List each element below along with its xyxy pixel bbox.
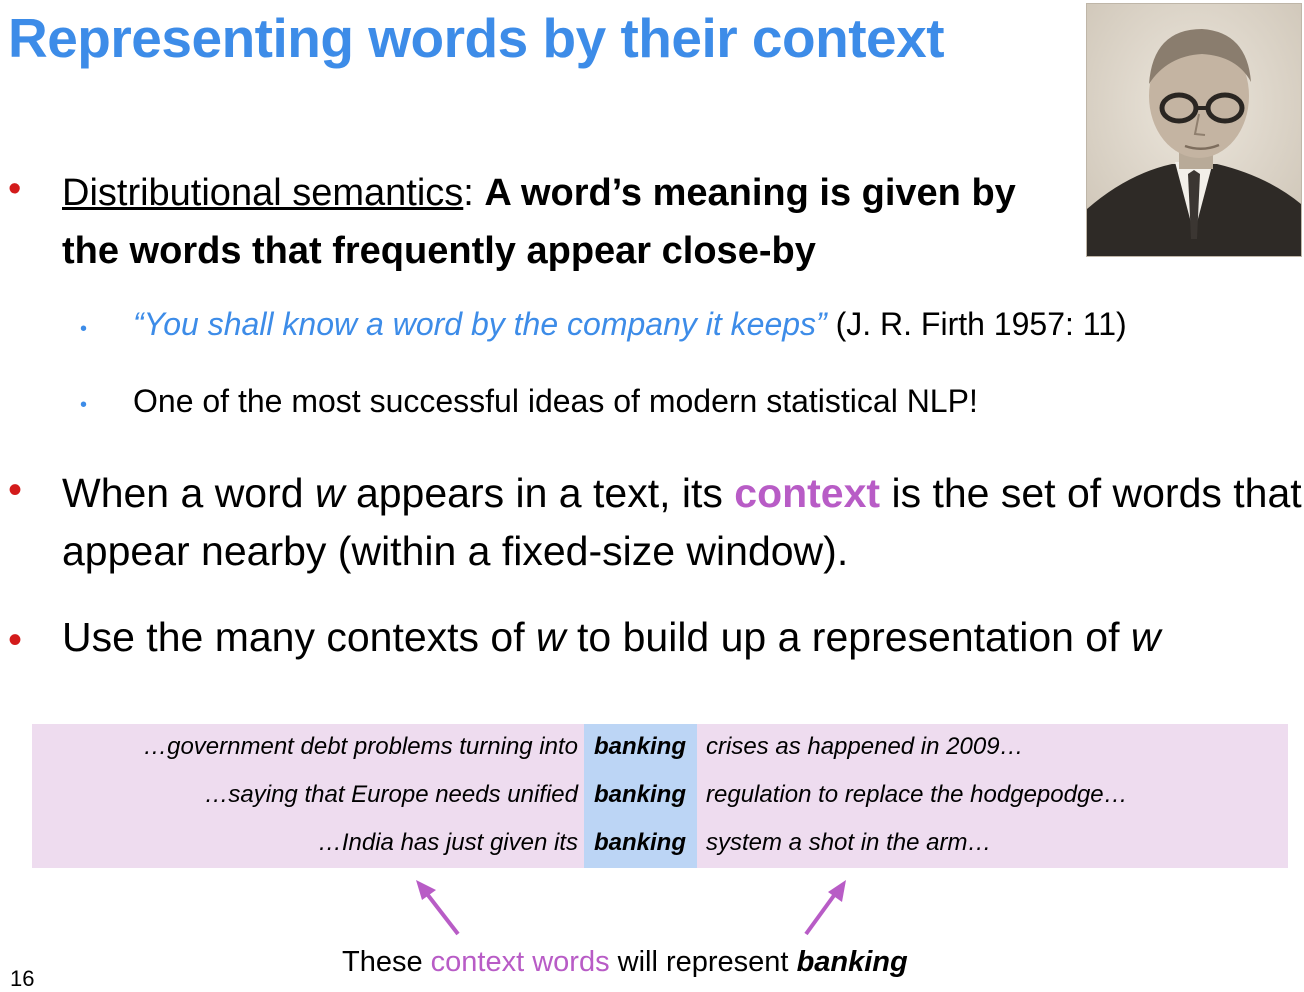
context-arrows — [416, 880, 846, 936]
arrow-right-icon — [804, 888, 840, 936]
context-words-highlight: context words — [430, 946, 610, 978]
arrow-left-icon — [422, 888, 460, 936]
banking-emphasis: banking — [796, 946, 908, 978]
footer-caption: These context words will represent banki… — [342, 946, 908, 978]
page-number: 16 — [10, 966, 35, 991]
arrow-left-head-icon — [416, 880, 436, 900]
